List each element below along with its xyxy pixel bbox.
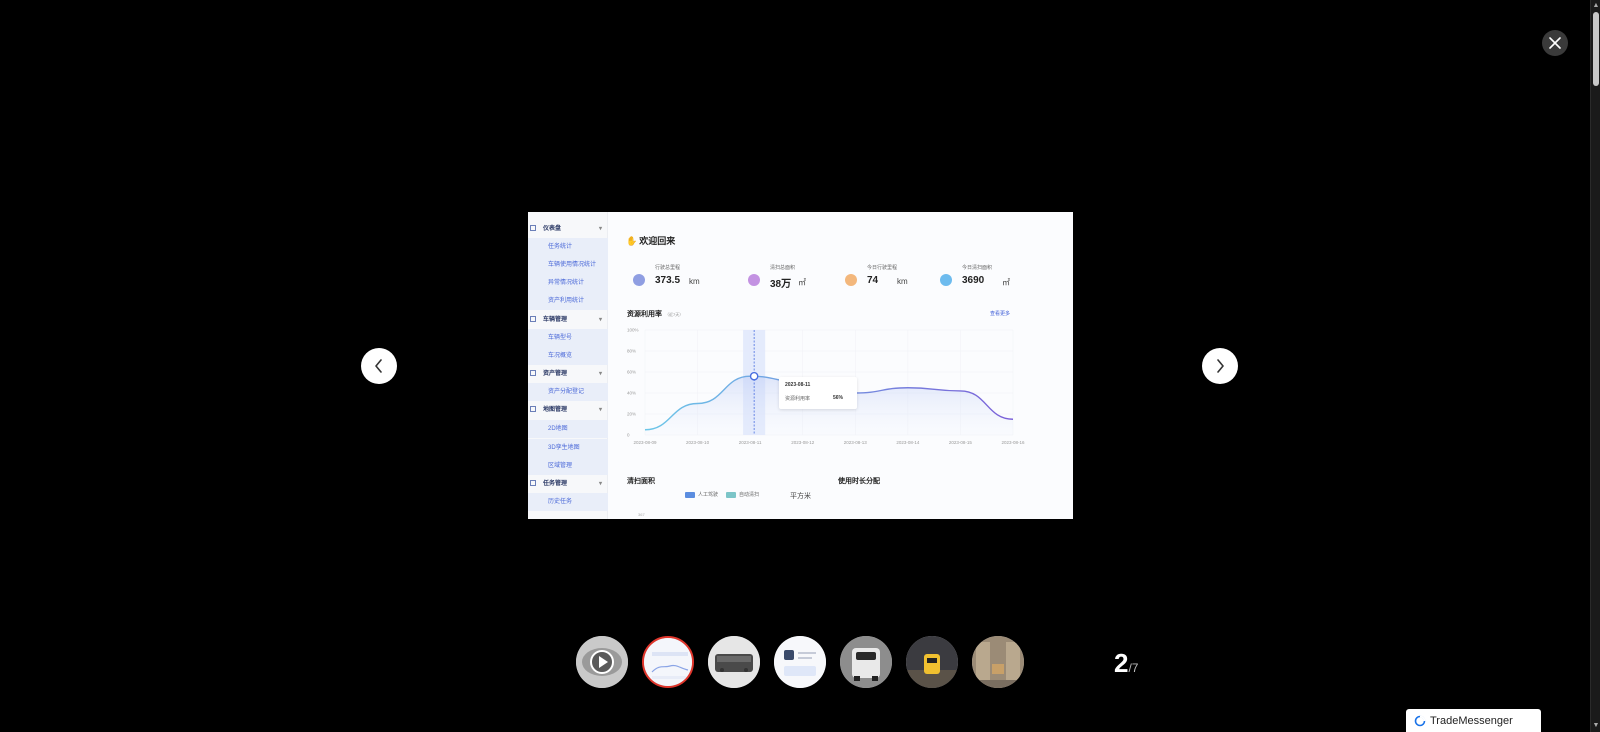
legend-swatch [685, 491, 695, 498]
thumbnail-video-thumb[interactable] [576, 636, 628, 688]
thumbnail-image [972, 636, 1024, 688]
y-tick-label: 0 [627, 433, 630, 438]
scroll-thumb[interactable] [1593, 12, 1599, 86]
cleaning-area-unit: 平方米 [790, 493, 811, 500]
cleaning-area-title: 清扫面积 [627, 478, 655, 485]
thumbnail-image [644, 638, 692, 686]
y-tick-label: 60% [627, 370, 636, 375]
legend-swatch [726, 491, 737, 498]
thumbnail-image [774, 636, 826, 688]
x-tick-label: 2023-08-13 [844, 440, 868, 445]
y-tick-label: 20% [627, 412, 636, 417]
image-counter: 2/7 [1114, 648, 1138, 679]
scroll-down-icon[interactable]: ▼ [1591, 720, 1600, 732]
thumbnail-image [708, 636, 760, 688]
legend-label: 人工驾驶 [698, 492, 719, 498]
thumbnail-app-thumb[interactable] [774, 636, 826, 688]
usage-time-title: 使用时长分配 [838, 478, 880, 485]
tooltip-label: 资源利用率 [785, 396, 811, 402]
x-tick-label: 2023-08-16 [1001, 440, 1025, 445]
x-tick-label: 2023-08-09 [633, 440, 657, 445]
x-tick-label: 2023-08-15 [949, 440, 973, 445]
trade-messenger-label: TradeMessenger [1430, 714, 1513, 727]
cleaning-area-axis-tick: 367 [638, 512, 645, 517]
thumbnail-image [906, 636, 958, 688]
thumbnail-dashboard-thumb[interactable] [642, 636, 694, 688]
x-tick-label: 2023-08-14 [896, 440, 920, 445]
y-tick-label: 100% [627, 328, 639, 333]
previous-image-button[interactable] [361, 348, 397, 384]
next-image-button[interactable] [1202, 348, 1238, 384]
legend-item: 人工驾驶 [685, 491, 718, 498]
legend-item: 自动清扫 [726, 491, 759, 498]
close-button[interactable] [1542, 30, 1568, 56]
messenger-icon [1414, 715, 1426, 726]
cleaning-area-legend: 人工驾驶 自动清扫 [685, 491, 767, 498]
trade-messenger-button[interactable]: TradeMessenger [1406, 709, 1541, 732]
chart-tooltip: 2023-08-11 资源利用率 56% [779, 377, 857, 409]
thumbnail-robot-scene-thumb[interactable] [906, 636, 958, 688]
x-tick-label: 2023-08-11 [739, 440, 762, 445]
thumbnail-warehouse-thumb[interactable] [972, 636, 1024, 688]
thumbnail-device-thumb[interactable] [708, 636, 760, 688]
scroll-up-icon[interactable]: ▲ [1591, 0, 1600, 12]
x-tick-label: 2023-08-10 [686, 440, 710, 445]
utilization-chart: 0 20% 40% 60% 80% 100% 2023-08-09 2023-08-10 202… [627, 328, 1025, 446]
y-tick-label: 40% [627, 391, 636, 396]
tooltip-value: 56% [833, 395, 844, 401]
x-tick-label: 2023-08-12 [791, 440, 815, 445]
current-index: 2 [1114, 648, 1129, 678]
total-count: /7 [1128, 661, 1139, 675]
chevron-right-icon [1217, 359, 1224, 373]
page-scrollbar[interactable]: ▲ ▼ [1590, 0, 1600, 732]
legend-label: 自动清扫 [739, 492, 760, 498]
close-icon [1549, 37, 1561, 49]
chevron-left-icon [375, 359, 382, 373]
y-tick-label: 80% [627, 349, 636, 354]
main-image: 仪表盘 ▾ 任务统计 车辆使用情况统计 异常情况统计 资产利用统计 车辆管理 ▾ 车辆型号 车况概… [528, 212, 1073, 519]
play-icon [576, 636, 628, 688]
thumbnail-vehicle-thumb[interactable] [840, 636, 892, 688]
thumbnail-image [840, 636, 892, 688]
tooltip-date: 2023-08-11 [785, 382, 811, 388]
highlight-point [749, 371, 759, 381]
